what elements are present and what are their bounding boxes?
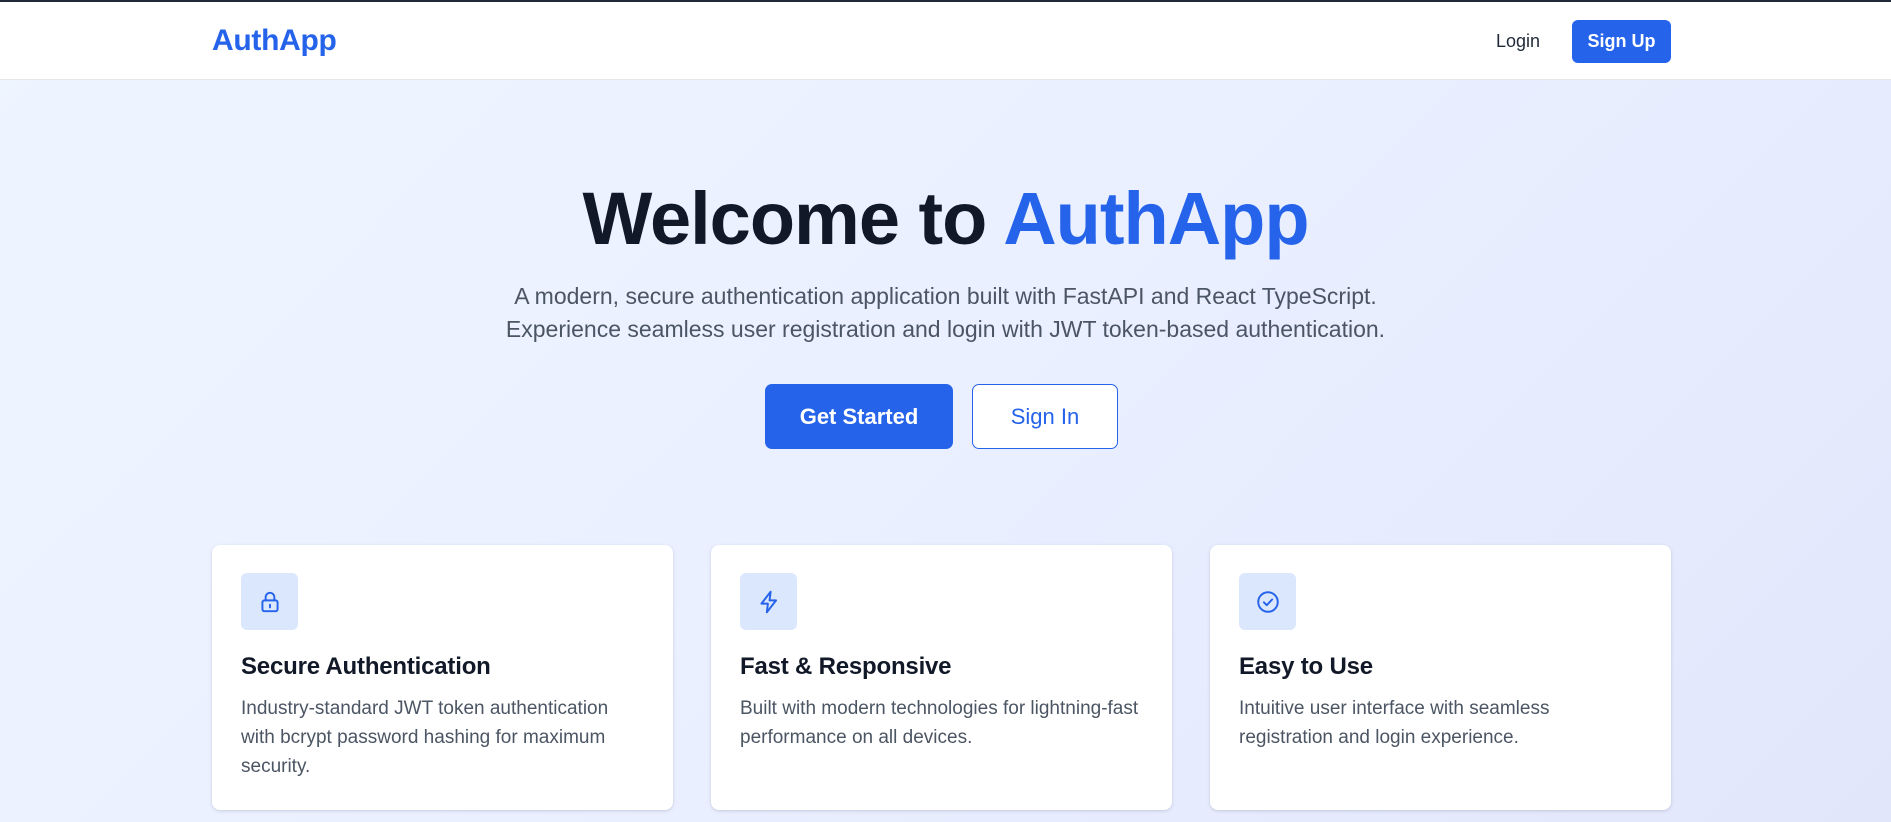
lightning-icon	[740, 573, 797, 630]
check-circle-icon	[1239, 573, 1296, 630]
navbar: AuthApp Login Sign Up	[0, 2, 1891, 80]
feature-description: Industry-standard JWT token authenticati…	[241, 698, 609, 777]
hero-title-prefix: Welcome to	[582, 177, 1004, 260]
feature-description: Built with modern technologies for light…	[740, 698, 1139, 748]
hero-subtitle-line1: A modern, secure authentication applicat…	[514, 283, 1377, 309]
feature-title: Fast & Responsive	[740, 653, 952, 680]
login-button[interactable]: Login	[1474, 20, 1562, 62]
hero-title-accent: AuthApp	[1003, 177, 1309, 260]
signup-button[interactable]: Sign Up	[1572, 20, 1671, 63]
feature-title: Easy to Use	[1239, 653, 1373, 680]
get-started-button[interactable]: Get Started	[765, 384, 953, 449]
feature-card-fast: Fast & Responsive Built with modern tech…	[711, 545, 1172, 810]
lock-icon	[241, 573, 298, 630]
brand-logo[interactable]: AuthApp	[212, 24, 337, 58]
feature-card-easy: Easy to Use Intuitive user interface wit…	[1210, 545, 1671, 810]
feature-title: Secure Authentication	[241, 653, 491, 680]
hero-title: Welcome to AuthApp	[0, 174, 1891, 264]
feature-card-secure: Secure Authentication Industry-standard …	[212, 545, 673, 810]
sign-in-button[interactable]: Sign In	[972, 384, 1118, 449]
hero-subtitle-line2: Experience seamless user registration an…	[505, 316, 1386, 342]
feature-description: Intuitive user interface with seamless r…	[1239, 698, 1550, 748]
